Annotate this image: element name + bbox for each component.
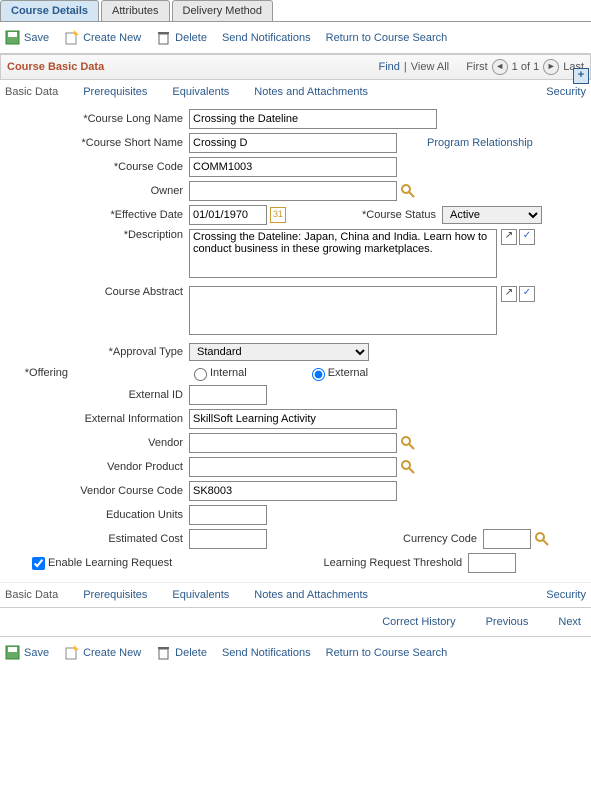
label-external: External [328, 367, 368, 379]
vendor-product-lookup-icon[interactable] [401, 460, 415, 474]
add-row-button[interactable]: + [573, 68, 589, 84]
save-icon [5, 30, 20, 45]
effective-date-input[interactable] [189, 205, 267, 225]
tab-course-details[interactable]: Course Details [0, 0, 99, 21]
enable-learning-request-checkbox[interactable] [32, 557, 45, 570]
trash-icon [156, 645, 171, 660]
label-approval: *Approval Type [8, 346, 189, 358]
send-notifications-link-2[interactable]: Send Notifications [222, 647, 311, 659]
currency-code-input[interactable] [483, 529, 531, 549]
subnav-basic-data: Basic Data [5, 86, 58, 98]
vendor-product-input[interactable] [189, 457, 397, 477]
label-estimated-cost: Estimated Cost [8, 533, 189, 545]
label-vendor-product: Vendor Product [8, 461, 189, 473]
find-link[interactable]: Find [379, 61, 400, 73]
spell-desc-icon[interactable]: ✓ [519, 229, 535, 245]
education-units-input[interactable] [189, 505, 267, 525]
subnav2-equivalents[interactable]: Equivalents [172, 589, 229, 601]
offering-internal-radio[interactable] [194, 368, 207, 381]
subnav-equivalents[interactable]: Equivalents [172, 86, 229, 98]
program-relationship-link[interactable]: Program Relationship [427, 137, 533, 149]
create-icon [64, 645, 79, 660]
label-internal: Internal [210, 367, 247, 379]
abstract-textarea[interactable] [189, 286, 497, 335]
label-ext-id: External ID [8, 389, 189, 401]
subnav2-security[interactable]: Security [546, 589, 586, 601]
create-new-button-2[interactable]: Create New [64, 645, 141, 660]
course-status-select[interactable]: Active [442, 206, 542, 224]
course-long-name-input[interactable] [189, 109, 437, 129]
subnav-security[interactable]: Security [546, 86, 586, 98]
subnav2-prerequisites[interactable]: Prerequisites [83, 589, 147, 601]
save-button-2[interactable]: Save [5, 645, 49, 660]
label-vendor-code: Vendor Course Code [8, 485, 189, 497]
vendor-lookup-icon[interactable] [401, 436, 415, 450]
owner-input[interactable] [189, 181, 397, 201]
correct-history-link[interactable]: Correct History [382, 616, 455, 628]
create-icon [64, 30, 79, 45]
expand-abstract-icon[interactable]: ↗ [501, 286, 517, 302]
send-notifications-link[interactable]: Send Notifications [222, 32, 311, 44]
trash-icon [156, 30, 171, 45]
offering-external-radio[interactable] [312, 368, 325, 381]
label-enable-learning: Enable Learning Request [48, 557, 172, 569]
currency-lookup-icon[interactable] [535, 532, 549, 546]
delete-button-2[interactable]: Delete [156, 645, 207, 660]
description-textarea[interactable]: Crossing the Dateline: Japan, China and … [189, 229, 497, 278]
label-eff-date: *Effective Date [8, 209, 189, 221]
label-long-name: *Course Long Name [8, 113, 189, 125]
label-threshold: Learning Request Threshold [172, 557, 468, 569]
label-course-status: *Course Status [286, 209, 442, 221]
label-description: *Description [8, 229, 189, 241]
tab-attributes[interactable]: Attributes [101, 0, 169, 21]
subnav2-notes[interactable]: Notes and Attachments [254, 589, 368, 601]
return-to-search-link-2[interactable]: Return to Course Search [326, 647, 448, 659]
first-label: First [466, 61, 487, 73]
label-vendor: Vendor [8, 437, 189, 449]
section-title: Course Basic Data [7, 61, 104, 73]
viewall-text: View All [411, 61, 449, 73]
calendar-icon[interactable]: 31 [270, 207, 286, 223]
expand-desc-icon[interactable]: ↗ [501, 229, 517, 245]
prev-row-button[interactable]: ◄ [492, 59, 508, 75]
label-offering: *Offering [8, 367, 74, 379]
label-short-name: *Course Short Name [8, 137, 189, 149]
owner-lookup-icon[interactable] [401, 184, 415, 198]
estimated-cost-input[interactable] [189, 529, 267, 549]
return-to-search-link[interactable]: Return to Course Search [326, 32, 448, 44]
next-link[interactable]: Next [558, 616, 581, 628]
delete-button[interactable]: Delete [156, 30, 207, 45]
label-course-code: *Course Code [8, 161, 189, 173]
next-row-button[interactable]: ► [543, 59, 559, 75]
approval-type-select[interactable]: Standard [189, 343, 369, 361]
course-code-input[interactable] [189, 157, 397, 177]
create-new-button[interactable]: Create New [64, 30, 141, 45]
vendor-input[interactable] [189, 433, 397, 453]
subnav-notes[interactable]: Notes and Attachments [254, 86, 368, 98]
vendor-course-code-input[interactable] [189, 481, 397, 501]
course-short-name-input[interactable] [189, 133, 397, 153]
external-info-input[interactable] [189, 409, 397, 429]
label-education-units: Education Units [8, 509, 189, 521]
label-currency: Currency Code [267, 533, 483, 545]
previous-link[interactable]: Previous [486, 616, 529, 628]
external-id-input[interactable] [189, 385, 267, 405]
label-abstract: Course Abstract [8, 286, 189, 298]
save-icon [5, 645, 20, 660]
label-ext-info: External Information [8, 413, 189, 425]
subnav-prerequisites[interactable]: Prerequisites [83, 86, 147, 98]
label-owner: Owner [8, 185, 189, 197]
row-counter: 1 of 1 [512, 61, 540, 73]
save-button[interactable]: Save [5, 30, 49, 45]
spell-abstract-icon[interactable]: ✓ [519, 286, 535, 302]
threshold-input[interactable] [468, 553, 516, 573]
tab-delivery-method[interactable]: Delivery Method [172, 0, 273, 21]
subnav2-basic-data: Basic Data [5, 589, 58, 601]
